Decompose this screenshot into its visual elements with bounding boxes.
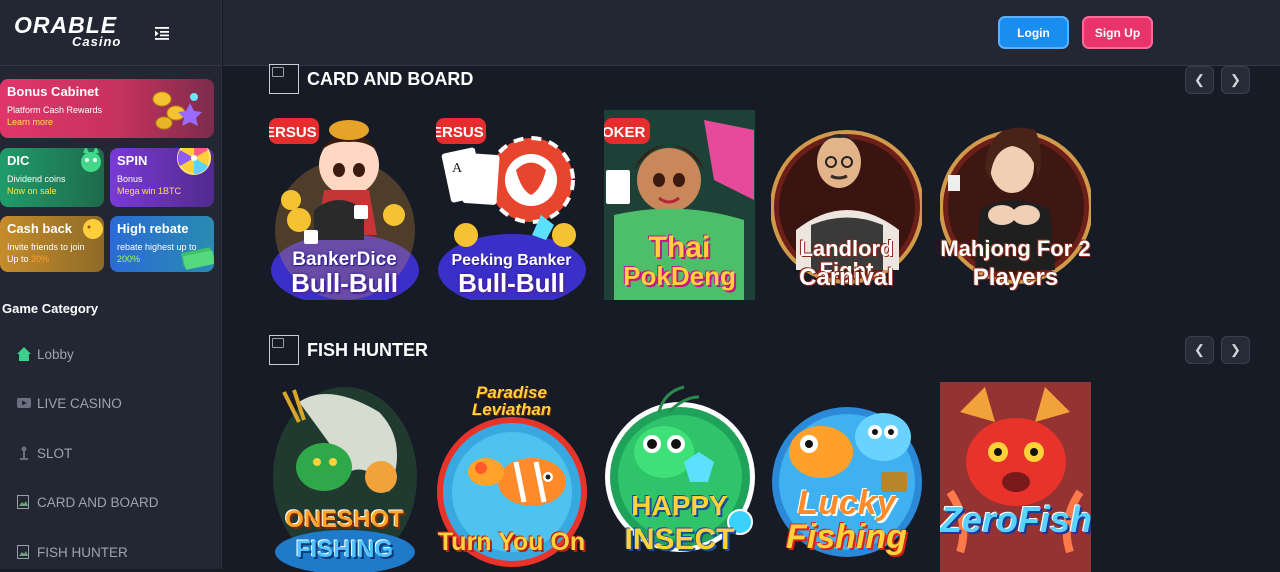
coins-icon: [152, 91, 202, 130]
game-art: [940, 382, 1091, 572]
game-card[interactable]: ZeroFishing: [940, 382, 1091, 572]
logo-row: ORABLE Casino: [0, 0, 221, 66]
sidebar: ORABLE Casino Bonus Cabinet Platform Cas…: [0, 0, 222, 569]
prev-arrow-button[interactable]: ❮: [1185, 336, 1214, 364]
game-card[interactable]: Lucky Fishing: [771, 382, 922, 572]
next-arrow-button[interactable]: ❯: [1221, 336, 1250, 364]
sidebar-item-fish-hunter[interactable]: FISH HUNTER: [16, 542, 128, 562]
promo-spin[interactable]: SPIN Bonus Mega win 1BTC: [110, 148, 214, 207]
promo-bonus-cabinet[interactable]: Bonus Cabinet Platform Cash Rewards Lear…: [0, 79, 214, 138]
sidebar-item-slot[interactable]: SLOT: [16, 443, 72, 463]
chevron-left-icon: ❮: [1194, 72, 1205, 87]
game-title: Thai: [648, 231, 711, 264]
home-icon: [17, 347, 31, 361]
promo-prefix: Up to: [7, 254, 32, 264]
sidebar-item-label: Lobby: [37, 346, 74, 362]
brand-sub: Casino: [72, 34, 122, 49]
game-title-full: ZeroFishing: [940, 502, 1091, 538]
promo-high-rebate[interactable]: High rebate rebate highest up to 200%: [110, 216, 214, 272]
login-button[interactable]: Login: [998, 16, 1069, 49]
top-bar: Login Sign Up: [223, 0, 1280, 66]
brand-logo[interactable]: ORABLE Casino: [14, 14, 120, 50]
promo-subtitle: Invite friends to join: [7, 242, 85, 252]
promo-title: High rebate: [117, 221, 189, 236]
chevron-left-icon: ❮: [1194, 342, 1205, 357]
game-title: Mahjong For 2: [940, 236, 1091, 261]
game-card[interactable]: OKER Thai PokDeng: [604, 110, 755, 300]
sidebar-item-label: FISH HUNTER: [37, 544, 128, 560]
promo-value: 20%: [31, 254, 50, 264]
slot-icon: [20, 446, 28, 460]
chevron-right-icon: ❯: [1230, 72, 1241, 87]
wheel-icon: [177, 148, 211, 175]
game-card[interactable]: ONESHOT FISHING: [269, 382, 420, 572]
signup-button[interactable]: Sign Up: [1082, 16, 1153, 49]
game-title: HAPPY: [631, 490, 728, 521]
broken-image-icon: [17, 495, 29, 509]
cash-icon: [181, 247, 214, 270]
promo-link: Now on sale: [7, 186, 57, 196]
game-title: ONESHOT: [285, 506, 404, 533]
game-subtitle: FISHING: [295, 536, 394, 563]
game-subtitle: Carnival: [799, 264, 894, 291]
sidebar-item-card-and-board[interactable]: CARD AND BOARD: [16, 492, 159, 512]
game-badge: ERSUS: [269, 124, 317, 141]
section-title: CARD AND BOARD: [307, 68, 474, 89]
broken-image-icon: [269, 335, 299, 365]
game-subtitle: Fishing: [1018, 499, 1091, 540]
collapse-menu-icon[interactable]: [154, 25, 170, 41]
game-title: Lucky: [797, 484, 896, 522]
piggy-icon: [83, 219, 103, 239]
section-header-fish-hunter: FISH HUNTER: [269, 335, 428, 365]
svg-text:A: A: [452, 161, 463, 176]
sidebar-item-label: CARD AND BOARD: [37, 494, 159, 510]
prev-arrow-button[interactable]: ❮: [1185, 66, 1214, 94]
game-subtitle: Players: [972, 264, 1059, 291]
promo-dic[interactable]: DIC Dividend coins Now on sale: [0, 148, 104, 207]
promo-link: Mega win 1BTC: [117, 186, 182, 196]
section-header-card-and-board: CARD AND BOARD: [269, 64, 473, 94]
broken-image-icon: [269, 64, 299, 94]
game-subtitle: PokDeng: [623, 261, 736, 291]
game-card[interactable]: A ERSUS Peeking Banker Bull-Bull: [436, 110, 587, 300]
game-subtitle: Bull-Bull: [291, 268, 398, 298]
game-card[interactable]: Mahjong For 2 Players: [940, 110, 1091, 300]
broken-image-icon: [17, 545, 29, 559]
game-title: Peeking Banker: [451, 252, 572, 269]
game-category-title: Game Category: [2, 301, 99, 316]
next-arrow-button[interactable]: ❯: [1221, 66, 1250, 94]
game-subtitle: INSECT: [624, 523, 735, 556]
promo-cash-back[interactable]: Cash back Invite friends to join Up to 2…: [0, 216, 104, 272]
sidebar-item-live-casino[interactable]: LIVE CASINO: [16, 393, 122, 413]
game-card[interactable]: HAPPY INSECT: [604, 382, 755, 572]
game-top-title: Paradise Leviathan: [471, 383, 552, 419]
section-title: FISH HUNTER: [307, 339, 428, 360]
sidebar-item-label: LIVE CASINO: [37, 395, 122, 411]
game-card[interactable]: ERSUS BankerDice Bull-Bull: [269, 110, 420, 300]
game-badge: ERSUS: [436, 124, 484, 141]
game-title: BankerDice: [292, 249, 397, 270]
mascot-icon: [81, 148, 101, 172]
game-card[interactable]: Landlord Fight Carnival: [771, 110, 922, 300]
game-card[interactable]: Paradise Leviathan Turn You On: [436, 382, 587, 572]
video-icon: [17, 398, 31, 408]
game-title: Zero: [940, 499, 1019, 540]
game-title: Turn You On: [437, 528, 586, 556]
sidebar-item-label: SLOT: [37, 445, 73, 461]
game-badge: OKER: [604, 124, 646, 141]
game-subtitle: Bull-Bull: [458, 268, 565, 298]
chevron-right-icon: ❯: [1230, 342, 1241, 357]
sidebar-item-lobby[interactable]: Lobby: [16, 344, 74, 364]
game-subtitle: Fishing: [786, 518, 907, 556]
